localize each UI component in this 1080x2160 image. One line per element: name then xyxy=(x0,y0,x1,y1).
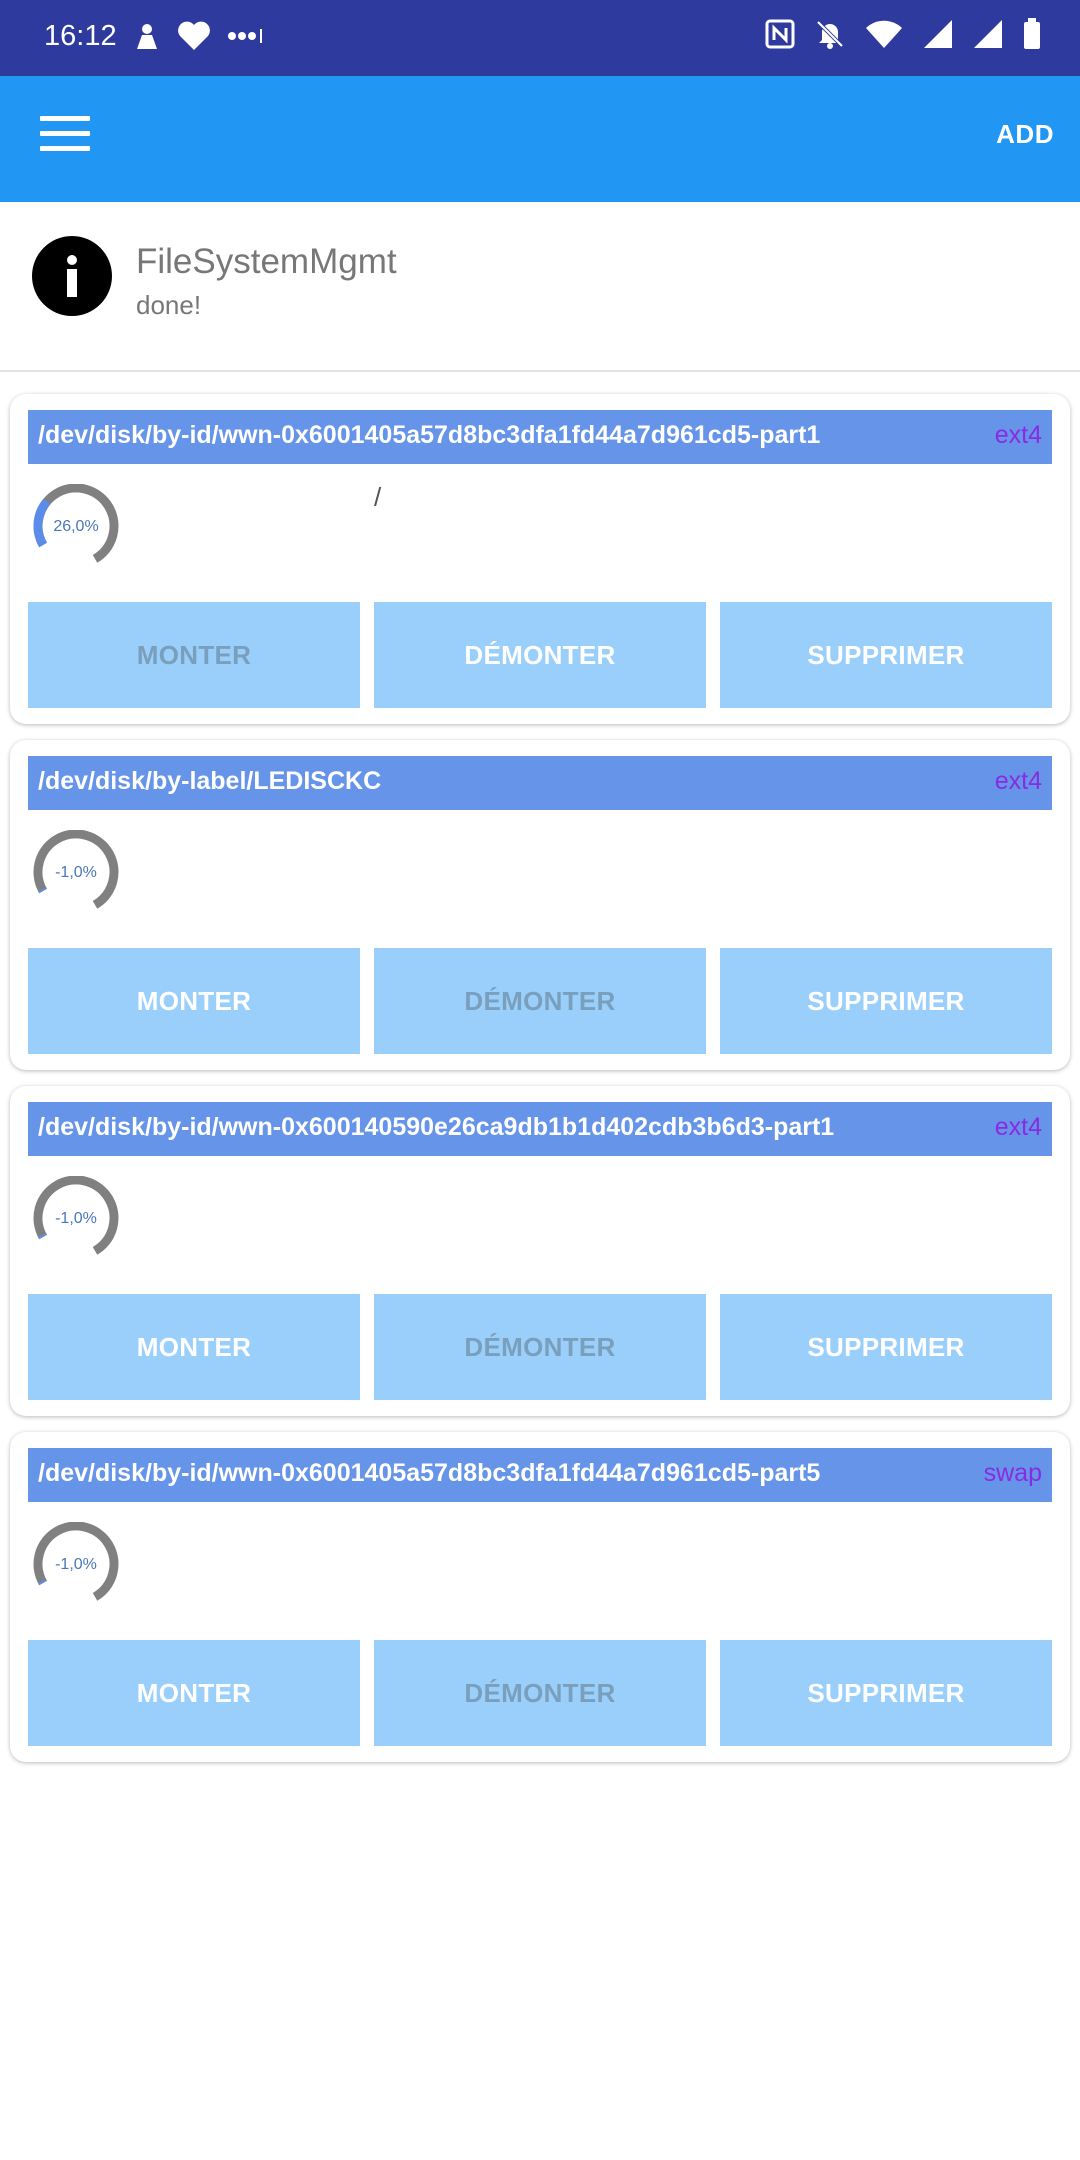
disk-card: /dev/disk/by-id/wwn-0x6001405a57d8bc3dfa… xyxy=(10,394,1070,724)
disk-path: /dev/disk/by-id/wwn-0x6001405a57d8bc3dfa… xyxy=(38,1459,821,1487)
usage-gauge: -1,0% xyxy=(28,829,124,916)
app-bar: ADD xyxy=(0,76,1080,202)
delete-button[interactable]: SUPPRIMER xyxy=(720,948,1052,1054)
card-header: /dev/disk/by-label/LEDISCKC ext4 xyxy=(28,756,1052,810)
card-header: /dev/disk/by-id/wwn-0x6001405a57d8bc3dfa… xyxy=(28,410,1052,464)
usage-gauge: 26,0% xyxy=(28,483,124,570)
unmount-button[interactable]: DÉMONTER xyxy=(374,1640,706,1746)
signal-icon xyxy=(924,20,952,48)
status-time: 16:12 xyxy=(44,20,117,52)
mount-button[interactable]: MONTER xyxy=(28,1640,360,1746)
usage-label: -1,0% xyxy=(55,1210,97,1227)
card-header: /dev/disk/by-id/wwn-0x600140590e26ca9db1… xyxy=(28,1102,1052,1156)
info-subtitle: done! xyxy=(136,290,202,320)
notifications-off-icon xyxy=(816,20,844,49)
info-icon xyxy=(32,236,112,316)
mount-button[interactable]: MONTER xyxy=(28,1294,360,1400)
disk-path: /dev/disk/by-label/LEDISCKC xyxy=(38,767,382,795)
unmount-button[interactable]: DÉMONTER xyxy=(374,948,706,1054)
delete-button[interactable]: SUPPRIMER xyxy=(720,1294,1052,1400)
usage-label: 26,0% xyxy=(53,518,98,535)
add-button[interactable]: ADD xyxy=(996,119,1054,150)
app-notification-icon xyxy=(137,24,157,49)
heart-icon xyxy=(178,21,210,50)
disk-card: /dev/disk/by-id/wwn-0x6001405a57d8bc3dfa… xyxy=(10,1432,1070,1762)
info-title: FileSystemMgmt xyxy=(136,242,397,281)
usage-gauge: -1,0% xyxy=(28,1175,124,1262)
system-icons xyxy=(764,18,1042,50)
battery-icon xyxy=(1024,18,1040,49)
mount-point: / xyxy=(374,482,382,512)
fs-type: ext4 xyxy=(994,767,1042,795)
wifi-icon xyxy=(866,20,902,48)
mount-button[interactable]: MONTER xyxy=(28,948,360,1054)
disk-path: /dev/disk/by-id/wwn-0x600140590e26ca9db1… xyxy=(38,1113,835,1141)
disk-card: /dev/disk/by-id/wwn-0x600140590e26ca9db1… xyxy=(10,1086,1070,1416)
fs-type: ext4 xyxy=(994,1113,1042,1141)
info-row: FileSystemMgmt done! xyxy=(0,202,1080,372)
signal-2-icon xyxy=(974,20,1002,48)
usage-gauge: -1,0% xyxy=(28,1521,124,1608)
unmount-button[interactable]: DÉMONTER xyxy=(374,602,706,708)
mount-button[interactable]: MONTER xyxy=(28,602,360,708)
disk-path: /dev/disk/by-id/wwn-0x6001405a57d8bc3dfa… xyxy=(38,421,821,449)
more-notifications-icon xyxy=(228,29,262,43)
menu-icon[interactable] xyxy=(40,116,90,162)
nfc-icon xyxy=(765,19,795,49)
notification-icons xyxy=(132,20,266,52)
delete-button[interactable]: SUPPRIMER xyxy=(720,602,1052,708)
card-header: /dev/disk/by-id/wwn-0x6001405a57d8bc3dfa… xyxy=(28,1448,1052,1502)
usage-label: -1,0% xyxy=(55,1556,97,1573)
fs-type: ext4 xyxy=(994,421,1042,449)
disk-card: /dev/disk/by-label/LEDISCKC ext4 -1,0% M… xyxy=(10,740,1070,1070)
delete-button[interactable]: SUPPRIMER xyxy=(720,1640,1052,1746)
fs-type: swap xyxy=(983,1459,1042,1487)
usage-label: -1,0% xyxy=(55,864,97,881)
unmount-button[interactable]: DÉMONTER xyxy=(374,1294,706,1400)
status-bar: 16:12 xyxy=(0,0,1080,76)
